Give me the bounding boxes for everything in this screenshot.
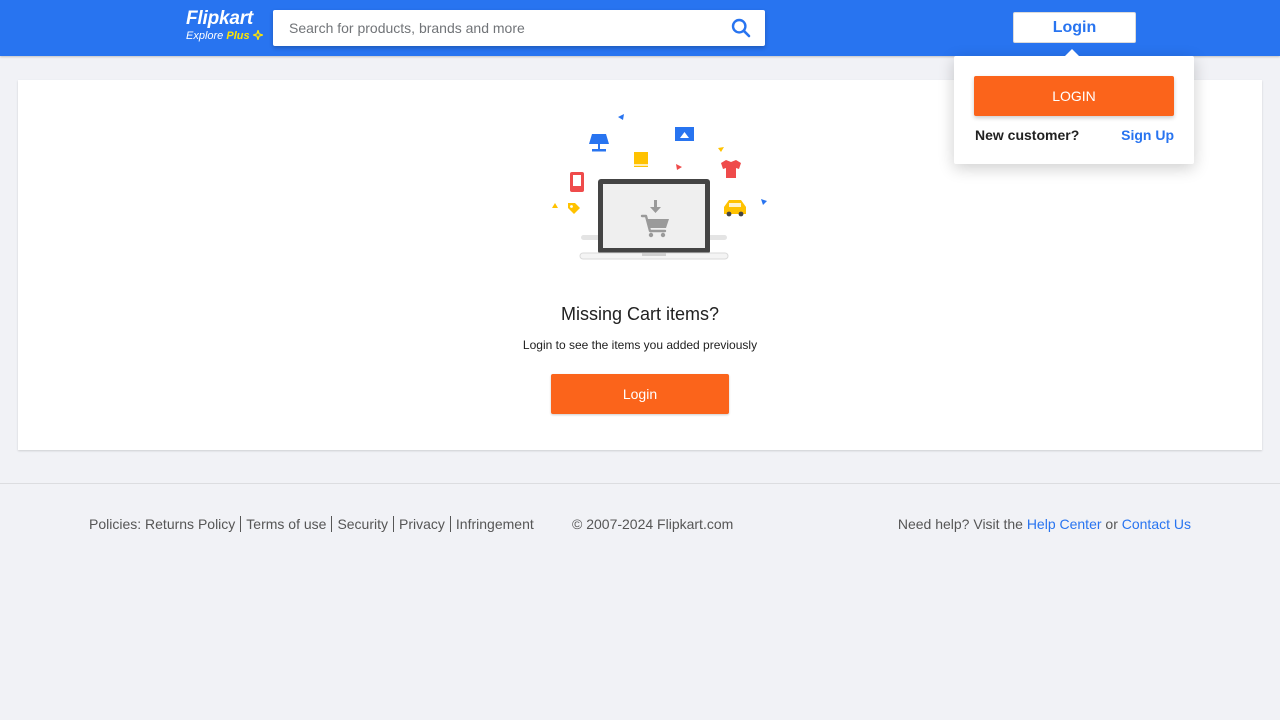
returns-policy-link[interactable]: Returns Policy [145,516,235,532]
dropdown-login-button[interactable]: LOGIN [974,76,1174,116]
logo-tagline: Explore Plus [186,29,266,43]
dropdown-caret [1064,49,1080,57]
infringement-link[interactable]: Infringement [456,516,534,532]
search-icon [731,18,751,38]
copyright-text: © 2007-2024 Flipkart.com [572,516,734,532]
footer: Policies: Returns Policy Terms of use Secu… [0,516,1280,536]
flipkart-logo[interactable]: Flipkart Explore Plus [186,9,266,45]
security-link[interactable]: Security [337,516,388,532]
empty-cart-subtitle: Login to see the items you added previou… [522,338,758,352]
footer-separator [240,516,242,532]
new-customer-label: New customer? [975,127,1080,143]
footer-help: Need help? Visit the Help Center or Cont… [898,516,1191,532]
logo-plus-text: Plus [226,30,250,42]
empty-cart-title: Missing Cart items? [560,304,720,324]
footer-separator [331,516,333,532]
header-login-button[interactable]: Login [1013,12,1136,43]
search-input[interactable] [273,10,713,46]
footer-separator [449,516,451,532]
logo-explore-text: Explore [186,30,224,42]
privacy-link[interactable]: Privacy [399,516,445,532]
login-dropdown: LOGIN New customer? Sign Up [954,49,1194,164]
help-center-link[interactable]: Help Center [1027,516,1102,532]
contact-us-link[interactable]: Contact Us [1122,516,1191,532]
header: Flipkart Explore Plus Login [0,0,1280,56]
footer-separator [393,516,395,532]
empty-cart-illustration [552,114,767,260]
help-or-text: or [1105,516,1118,532]
search-button[interactable] [731,18,753,40]
logo-wordmark: Flipkart [186,8,254,29]
cart-login-button[interactable]: Login [551,374,729,414]
footer-policies: Policies: Returns Policy Terms of use Secu… [89,516,534,532]
footer-divider [0,483,1280,484]
signup-link[interactable]: Sign Up [1121,127,1174,143]
search-bar [273,10,765,46]
terms-of-use-link[interactable]: Terms of use [246,516,326,532]
policies-label: Policies: [89,516,142,532]
plus-icon [252,30,263,40]
help-text: Need help? Visit the [897,516,1023,532]
